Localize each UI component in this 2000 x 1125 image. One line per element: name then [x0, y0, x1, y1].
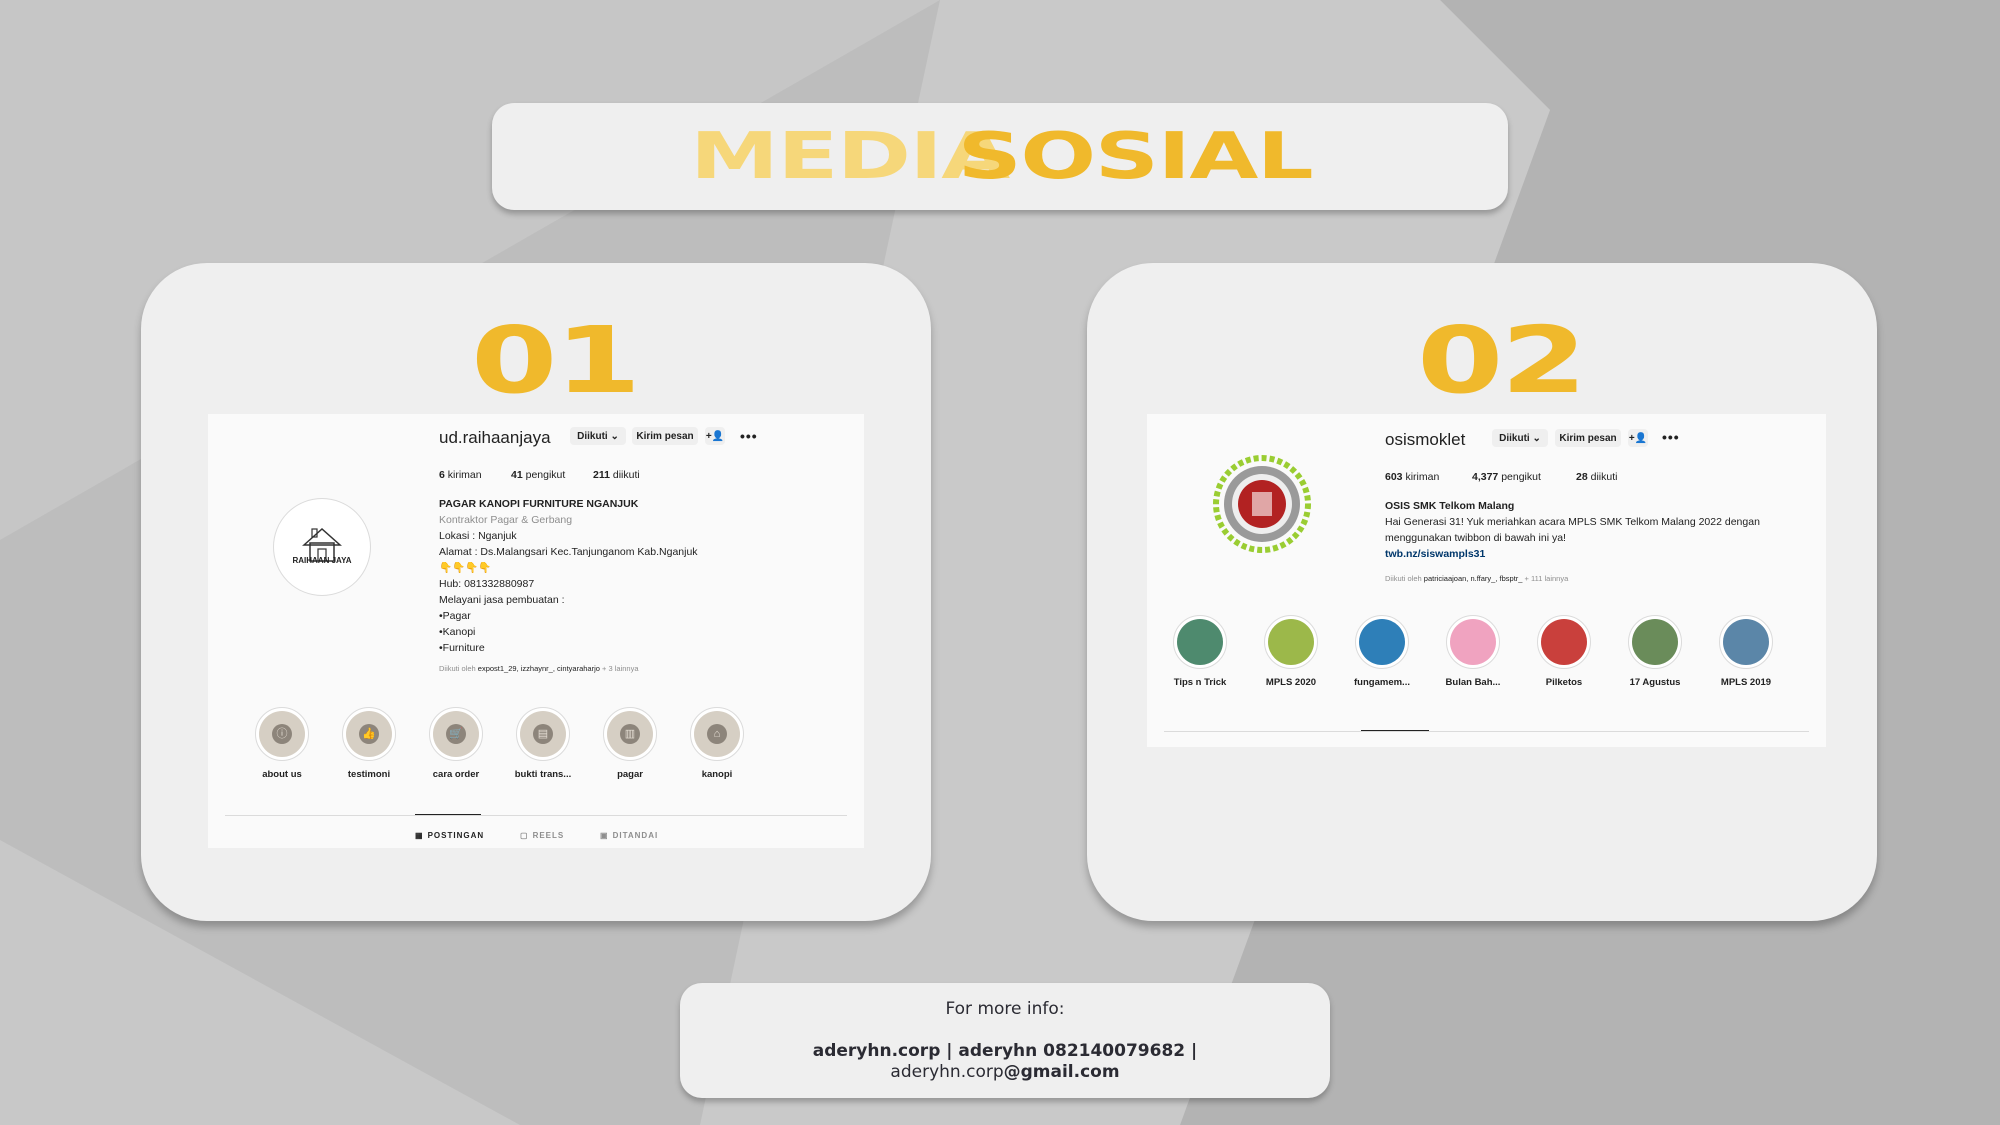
card-number: 02 [1417, 307, 1587, 414]
message-button[interactable]: Kirim pesan [1555, 429, 1621, 447]
stat-following[interactable]: 211 diikuti [593, 469, 640, 481]
followed-by[interactable]: Diikuti oleh patriciaajoan, n.ffary_, fb… [1385, 574, 1568, 583]
bio-line: •Furniture [439, 642, 485, 654]
profile-name: OSIS SMK Telkom Malang [1385, 500, 1515, 512]
card-number: 01 [471, 307, 641, 414]
active-tab-indicator [1361, 730, 1429, 731]
add-person-icon[interactable]: +👤 [705, 427, 725, 445]
story-highlight[interactable]: Pilketos [1524, 615, 1604, 688]
story-highlight[interactable]: MPLS 2020 [1251, 615, 1331, 688]
bio-line: Alamat : Ds.Malangsari Kec.Tanjunganom K… [439, 546, 698, 558]
story-highlight[interactable]: ⌂ kanopi [677, 707, 757, 780]
tab-tagged[interactable]: ▣ DITANDAI [600, 831, 658, 840]
tab-reels[interactable]: ▢ REELS [520, 831, 564, 840]
title-banner: MEDIASOSIAL [492, 103, 1508, 210]
chevron-down-icon: ⌄ [610, 430, 619, 442]
add-person-icon[interactable]: +👤 [1628, 429, 1648, 447]
bio-line: •Kanopi [439, 626, 476, 638]
following-button[interactable]: Diikuti ⌄ [570, 427, 626, 445]
profile-username: ud.raihaanjaya [439, 428, 551, 447]
chevron-down-icon: ⌄ [1532, 432, 1541, 444]
bio-line: •Pagar [439, 610, 471, 622]
bio-line: 👇👇👇👇 [439, 562, 492, 574]
fence-icon: ▥ [620, 724, 640, 744]
story-highlight[interactable]: 👍 testimoni [329, 707, 409, 780]
profile-bio: PAGAR KANOPI FURNITURE NGANJUK Kontrakto… [439, 496, 698, 656]
story-highlight[interactable]: Tips n Trick [1160, 615, 1240, 688]
tabs-divider [1164, 731, 1809, 732]
stat-posts[interactable]: 6 kiriman [439, 469, 482, 481]
bio-line: Melayani jasa pembuatan : [439, 594, 565, 606]
more-options-icon[interactable]: ••• [1662, 429, 1680, 445]
instagram-profile-screenshot: RAIHAAN JAYA ud.raihaanjaya Diikuti ⌄ Ki… [208, 414, 864, 848]
profile-bio: OSIS SMK Telkom Malang Hai Generasi 31! … [1385, 498, 1760, 562]
receipt-icon: ▤ [533, 724, 553, 744]
tabs-divider [225, 815, 847, 816]
stat-followers[interactable]: 4,377 pengikut [1472, 471, 1541, 483]
bio-line: Lokasi : Nganjuk [439, 530, 517, 542]
profile-avatar[interactable]: RAIHAAN JAYA [273, 498, 371, 596]
story-highlight[interactable]: fungamem... [1342, 615, 1422, 688]
thumbs-up-icon: 👍 [359, 724, 379, 744]
footer-label: For more info: [945, 999, 1065, 1019]
footer-email[interactable]: aderyhn.corp@gmail.com [680, 1062, 1330, 1082]
footer-contacts: aderyhn.corp | aderyhn 082140079682 | [812, 1041, 1198, 1061]
followed-by[interactable]: Diikuti oleh expost1_29, izzhaynr_, cint… [439, 664, 639, 673]
story-highlight[interactable]: 17 Agustus [1615, 615, 1695, 688]
tab-posts[interactable]: ▦ POSTINGAN [415, 831, 484, 840]
bio-line: Hai Generasi 31! Yuk meriahkan acara MPL… [1385, 516, 1760, 528]
card-01: 01 RAIHAAN JAYA ud.raihaanjaya Diikuti ⌄… [141, 263, 931, 921]
bio-link[interactable]: twb.nz/siswampls31 [1385, 546, 1760, 562]
footer-contact: For more info: aderyhn.corp | aderyhn 08… [680, 983, 1330, 1098]
house-logo-icon [302, 527, 342, 562]
story-highlight[interactable]: Bulan Bah... [1433, 615, 1513, 688]
page-title: MEDIASOSIAL [690, 119, 1313, 194]
story-highlight[interactable]: ⓘ about us [242, 707, 322, 780]
reels-icon: ▢ [520, 831, 529, 840]
active-tab-indicator [415, 814, 481, 815]
cart-icon: 🛒 [446, 724, 466, 744]
stat-posts[interactable]: 603 kiriman [1385, 471, 1439, 483]
profile-avatar[interactable] [1212, 454, 1312, 554]
profile-username: osismoklet [1385, 430, 1466, 449]
story-highlight[interactable]: MPLS 2019 [1706, 615, 1786, 688]
following-button[interactable]: Diikuti ⌄ [1492, 429, 1548, 447]
card-02: 02 osismoklet Diikuti ⌄ Kirim pesan +👤 •… [1087, 263, 1877, 921]
bio-line: menggunakan twibbon di bawah ini ya! [1385, 532, 1566, 544]
bio-line: Hub: 081332880987 [439, 578, 535, 590]
stat-following[interactable]: 28 diikuti [1576, 471, 1617, 483]
instagram-profile-screenshot: osismoklet Diikuti ⌄ Kirim pesan +👤 ••• … [1147, 414, 1826, 747]
more-options-icon[interactable]: ••• [740, 428, 758, 444]
profile-category: Kontraktor Pagar & Gerbang [439, 514, 573, 526]
tag-icon: ▣ [600, 831, 609, 840]
profile-name: PAGAR KANOPI FURNITURE NGANJUK [439, 498, 639, 510]
story-highlight[interactable]: 🛒 cara order [416, 707, 496, 780]
story-highlight[interactable]: ▥ pagar [590, 707, 670, 780]
info-icon: ⓘ [272, 724, 292, 744]
osis-emblem-icon [1213, 455, 1311, 553]
story-highlight[interactable]: ▤ bukti trans... [503, 707, 583, 780]
grid-icon: ▦ [415, 831, 424, 840]
logo-text: RAIHAAN JAYA [292, 556, 352, 565]
canopy-icon: ⌂ [707, 724, 727, 744]
stat-followers[interactable]: 41 pengikut [511, 469, 565, 481]
message-button[interactable]: Kirim pesan [632, 427, 698, 445]
